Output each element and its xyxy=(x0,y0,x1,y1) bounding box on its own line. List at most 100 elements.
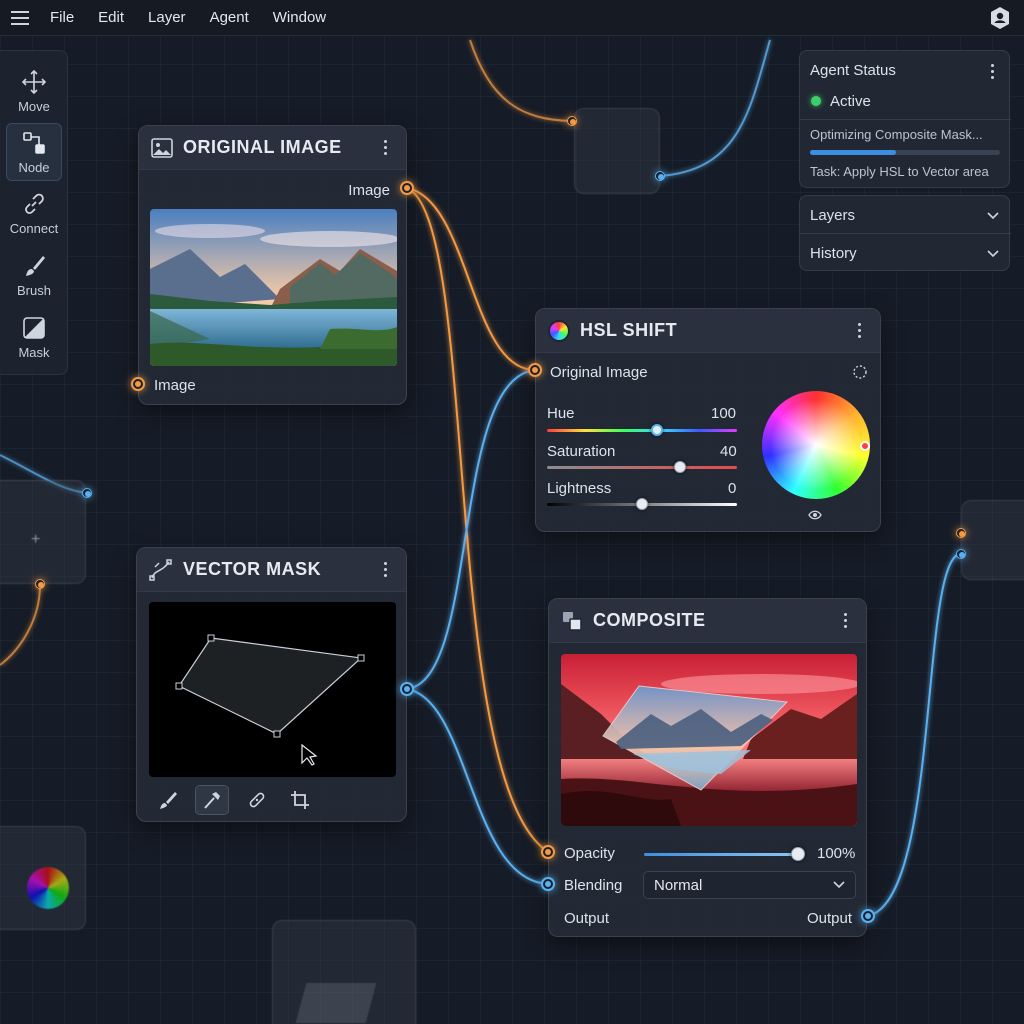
vector-mask-node[interactable]: VECTOR MASK xyxy=(136,547,407,822)
mask-heal-tool[interactable] xyxy=(240,785,274,815)
hsl-shift-node-title: HSL SHIFT xyxy=(580,320,678,340)
hue-value: 100 xyxy=(711,405,737,422)
mask-hammer-tool[interactable] xyxy=(195,785,229,815)
node-icon xyxy=(23,132,45,154)
move-icon xyxy=(21,69,47,95)
composite-node-header[interactable]: COMPOSITE xyxy=(549,599,866,643)
color-wheel-icon xyxy=(548,319,570,342)
original-image-output-label: Image xyxy=(348,182,390,199)
composite-node-menu-icon[interactable] xyxy=(836,611,854,631)
hue-slider-thumb[interactable] xyxy=(651,424,664,436)
agent-progress-text: Optimizing Composite Mask... xyxy=(810,127,983,142)
status-active-dot xyxy=(811,96,821,106)
original-image-node[interactable]: ORIGINAL IMAGE Image Image xyxy=(138,125,407,405)
saturation-slider-thumb[interactable] xyxy=(674,461,686,473)
ghost-node-top[interactable] xyxy=(574,108,660,194)
composite-blending-input-port[interactable] xyxy=(541,877,555,891)
composite-node[interactable]: COMPOSITE Opacity 100% Blending Normal O… xyxy=(548,598,867,937)
original-image-output-port[interactable] xyxy=(400,181,414,195)
composite-opacity-input-port[interactable] xyxy=(541,845,555,859)
user-shield-icon[interactable] xyxy=(988,6,1012,30)
settings-dots-icon[interactable] xyxy=(852,364,868,380)
tool-brush[interactable]: Brush xyxy=(6,247,62,305)
ghost-node-right[interactable] xyxy=(961,500,1024,580)
ghost-node-bottom[interactable] xyxy=(272,920,416,1024)
hamburger-menu-icon[interactable] xyxy=(0,0,40,36)
vector-mask-node-header[interactable]: VECTOR MASK xyxy=(137,548,406,592)
agent-status-divider xyxy=(800,119,1011,120)
hue-slider-track[interactable] xyxy=(547,429,737,432)
agent-status-panel: Agent Status Active Optimizing Composite… xyxy=(799,50,1011,188)
mask-brush-tool[interactable] xyxy=(150,785,184,815)
menu-agent[interactable]: Agent xyxy=(210,9,249,26)
menu-layer[interactable]: Layer xyxy=(148,9,186,26)
menu-window[interactable]: Window xyxy=(273,9,326,26)
cursor-icon xyxy=(301,743,318,766)
original-image-node-menu-icon[interactable] xyxy=(376,138,394,158)
tool-mask-label: Mask xyxy=(18,345,50,360)
ghost-node-left[interactable]: + xyxy=(0,480,86,584)
hsl-shift-node-header[interactable]: HSL SHIFT xyxy=(536,309,880,353)
saturation-label: Saturation xyxy=(547,443,616,460)
menu-file[interactable]: File xyxy=(50,9,74,26)
original-image-node-header[interactable]: ORIGINAL IMAGE xyxy=(139,126,406,170)
composite-output-left-label: Output xyxy=(564,910,610,927)
layers-label: Layers xyxy=(810,207,856,224)
layers-panel-header[interactable]: Layers xyxy=(800,196,1011,234)
mask-canvas[interactable] xyxy=(149,602,396,777)
saturation-slider-track[interactable] xyxy=(547,466,737,469)
tool-palette: Move Node Connect Brush Mask xyxy=(0,50,68,375)
link-icon xyxy=(25,193,44,214)
hsl-shift-node-menu-icon[interactable] xyxy=(850,321,868,341)
tool-move-label: Move xyxy=(18,99,50,114)
agent-status-state: Active xyxy=(830,93,871,110)
ghost-hsl-node-left[interactable] xyxy=(0,826,86,930)
vector-mask-node-menu-icon[interactable] xyxy=(376,560,394,580)
agent-status-menu-icon[interactable] xyxy=(983,61,1001,81)
tool-brush-label: Brush xyxy=(17,283,51,298)
hsl-input-port[interactable] xyxy=(528,363,542,377)
agent-progress-track xyxy=(810,150,1000,155)
brush-icon xyxy=(26,256,45,276)
menu-edit[interactable]: Edit xyxy=(98,9,124,26)
side-panels: Layers History xyxy=(799,195,1011,272)
opacity-slider-fill xyxy=(644,853,798,856)
tool-connect[interactable]: Connect xyxy=(6,185,62,243)
ghost-node-left-input-port[interactable] xyxy=(35,579,45,589)
vector-mask-output-port[interactable] xyxy=(400,682,414,696)
original-image-input-port[interactable] xyxy=(131,377,145,391)
opacity-slider-thumb[interactable] xyxy=(791,847,805,861)
pen-path-icon xyxy=(149,558,172,581)
ghost-node-top-output-port[interactable] xyxy=(655,171,665,181)
ghost-node-top-input-port[interactable] xyxy=(567,116,577,126)
image-icon xyxy=(151,137,173,158)
mask-crop-tool[interactable] xyxy=(283,785,317,815)
bandage-icon xyxy=(249,792,265,808)
history-panel-header[interactable]: History xyxy=(800,234,1011,272)
mask-polygon[interactable] xyxy=(178,637,363,735)
blending-select[interactable]: Normal xyxy=(643,871,856,899)
ghost-node-left-output-port[interactable] xyxy=(82,488,92,498)
saturation-value: 40 xyxy=(720,443,737,460)
tool-move[interactable]: Move xyxy=(6,63,62,121)
hammer-icon xyxy=(204,792,220,809)
opacity-label: Opacity xyxy=(564,845,615,862)
original-image-preview xyxy=(150,209,397,366)
color-wheel-picker[interactable] xyxy=(860,441,870,451)
tool-mask[interactable]: Mask xyxy=(6,309,62,367)
ghost-node-right-input-port-a[interactable] xyxy=(956,528,966,538)
lightness-slider-thumb[interactable] xyxy=(636,498,648,510)
tool-node[interactable]: Node xyxy=(6,123,62,181)
hue-label: Hue xyxy=(547,405,575,422)
ghost-node-right-input-port-b[interactable] xyxy=(956,549,966,559)
agent-task-text: Task: Apply HSL to Vector area xyxy=(810,164,989,179)
lightness-value: 0 xyxy=(728,480,737,497)
original-image-input-label: Image xyxy=(154,377,196,394)
eye-icon[interactable] xyxy=(808,509,822,521)
chevron-down-icon xyxy=(987,212,999,220)
hsl-shift-node[interactable]: HSL SHIFT Original Image Hue 100 Saturat… xyxy=(535,308,881,532)
color-wheel[interactable] xyxy=(762,391,870,499)
opacity-value: 100% xyxy=(817,845,856,862)
composite-output-port[interactable] xyxy=(861,909,875,923)
history-label: History xyxy=(810,245,857,262)
